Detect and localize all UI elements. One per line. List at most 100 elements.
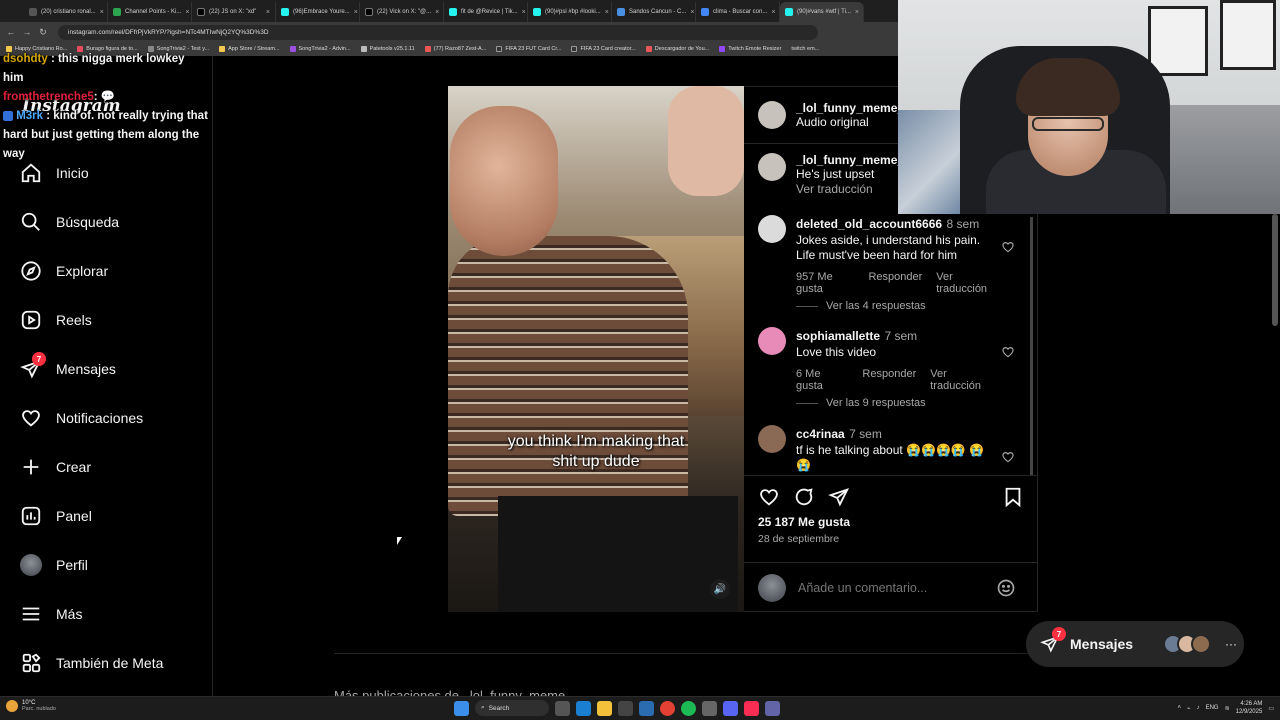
address-bar[interactable]: instagram.com/reel/DFfrPjVkRYP/?igsh=NTc… (58, 24, 818, 40)
discord-icon[interactable] (723, 700, 738, 716)
bookmark-item[interactable]: Patetools v25.1.11 (360, 46, 415, 52)
reload-icon[interactable]: ↻ (38, 27, 48, 38)
comment-icon[interactable] (793, 486, 815, 508)
network-icon[interactable]: ⌁ (1187, 705, 1191, 712)
close-tab-icon[interactable]: × (605, 9, 609, 16)
nav-busqueda[interactable]: Búsqueda (20, 211, 119, 233)
avatar[interactable] (758, 215, 786, 243)
like-comment-heart-icon[interactable] (1001, 450, 1015, 464)
browser-tab[interactable]: Sandos Cancun - C... × (612, 2, 696, 22)
browser-tab[interactable]: (20) cristiano ronal... × (24, 2, 108, 22)
windows-start-icon[interactable] (454, 700, 469, 716)
avatar[interactable] (758, 425, 786, 453)
nav-mas[interactable]: Más (20, 603, 82, 625)
avatar[interactable] (758, 153, 786, 181)
nav-inicio[interactable]: Inicio (20, 162, 89, 184)
bookmark-item[interactable]: Descargador de You... (645, 46, 709, 52)
comment-input[interactable] (798, 580, 998, 595)
comment-likes[interactable]: 6 Me gusta (796, 368, 848, 392)
wifi-icon[interactable]: ≋ (1225, 705, 1230, 712)
task-view-icon[interactable] (555, 700, 570, 716)
avatar[interactable] (758, 327, 786, 355)
close-tab-icon[interactable]: × (185, 9, 189, 16)
nav-notificaciones[interactable]: Notificaciones (20, 407, 143, 429)
forward-icon[interactable]: → (22, 27, 32, 37)
nav-mensajes[interactable]: 7 Mensajes (20, 352, 116, 380)
bookmark-item[interactable]: twitch em... (791, 46, 819, 52)
like-comment-heart-icon[interactable] (1001, 240, 1015, 254)
notifications-icon[interactable]: ▭ (1268, 705, 1274, 712)
browser-tab[interactable]: fit de @Revice | Tik... × (444, 2, 528, 22)
comment-likes[interactable]: 957 Me gusta (796, 271, 854, 295)
clock[interactable]: 4:26 AM 12/9/2025 (1236, 700, 1263, 716)
browser-tab[interactable]: (22) JS on X: "xd" × (192, 2, 276, 22)
bookmark-item[interactable]: (77) Razo87 Zest-A... (424, 46, 486, 52)
obs-icon[interactable] (702, 700, 717, 716)
browser-tab[interactable]: Channel Points - Ki... × (108, 2, 192, 22)
nav-crear[interactable]: Crear (20, 456, 91, 478)
bookmark-item[interactable]: FIFA 23 Card creator... (571, 46, 636, 52)
browser-tab[interactable]: (96)Embrace Youre... × (276, 2, 360, 22)
back-icon[interactable]: ← (6, 27, 16, 37)
chevron-up-icon[interactable]: ˄ (1177, 705, 1181, 711)
reel-video[interactable]: you think I'm making that shit up dude 🔊 (448, 86, 744, 612)
edge-icon[interactable] (576, 700, 591, 716)
close-tab-icon[interactable]: × (266, 9, 270, 16)
heart-icon (20, 407, 42, 429)
reply-button[interactable]: Responder (862, 368, 916, 392)
taskbar-search[interactable]: ⌕ Search (475, 700, 549, 716)
share-icon[interactable] (828, 486, 850, 508)
see-translation-link[interactable]: Ver traducción (930, 368, 998, 392)
see-translation-link[interactable]: Ver traducción (796, 182, 911, 196)
tab-favicon-icon (449, 8, 457, 16)
weather-widget[interactable]: 10°C Parc. nublado (6, 700, 56, 712)
emoji-icon[interactable] (996, 578, 1016, 598)
likes-count[interactable]: 25 187 Me gusta (758, 515, 850, 529)
like-heart-icon[interactable] (758, 486, 780, 508)
close-tab-icon[interactable]: × (435, 9, 439, 16)
bookmark-item[interactable]: SongTrivia2 - Advin... (289, 46, 351, 52)
spotify-icon[interactable] (681, 700, 696, 716)
browser-tab-active[interactable]: (90)#vans #wtf | Ti... × (780, 2, 864, 22)
close-tab-icon[interactable]: × (522, 9, 526, 16)
close-tab-icon[interactable]: × (100, 9, 104, 16)
bookmark-item[interactable]: App Store / Stream... (219, 46, 280, 52)
reply-button[interactable]: Responder (868, 271, 922, 295)
nav-explorar[interactable]: Explorar (20, 260, 108, 282)
close-tab-icon[interactable]: × (690, 9, 694, 16)
avatar[interactable] (758, 101, 786, 129)
like-comment-heart-icon[interactable] (1001, 345, 1015, 359)
audio-toggle-button[interactable]: 🔊 (710, 579, 730, 599)
messages-floating-button[interactable]: 7 Mensajes ··· (1026, 621, 1244, 667)
author-username[interactable]: _lol_funny_meme_ (796, 101, 904, 115)
comments-scrollbar[interactable] (1030, 217, 1033, 475)
nav-perfil[interactable]: Perfil (20, 554, 88, 576)
close-tab-icon[interactable]: × (354, 9, 358, 16)
bookmark-item[interactable]: FIFA 23 FUT Card Cr... (496, 46, 561, 52)
audio-original-link[interactable]: Audio original (796, 115, 904, 130)
file-explorer-icon[interactable] (597, 700, 612, 716)
nav-tambien-de-meta[interactable]: También de Meta (20, 652, 163, 674)
close-tab-icon[interactable]: × (771, 9, 775, 16)
mail-icon[interactable] (639, 700, 654, 716)
browser-tab[interactable]: clima - Buscar con... × (696, 2, 780, 22)
more-dots-icon[interactable]: ··· (1225, 637, 1237, 651)
teams-icon[interactable] (765, 700, 780, 716)
music-icon[interactable] (744, 700, 759, 716)
view-replies-link[interactable]: Ver las 9 respuestas (796, 397, 926, 409)
bookmark-item[interactable]: Twitch Emote Resizer (719, 46, 781, 52)
save-bookmark-icon[interactable] (1002, 486, 1024, 508)
page-scrollbar[interactable] (1272, 214, 1278, 326)
chrome-icon[interactable] (660, 700, 675, 716)
store-icon[interactable] (618, 700, 633, 716)
nav-panel[interactable]: Panel (20, 505, 92, 527)
nav-reels[interactable]: Reels (20, 309, 92, 331)
see-translation-link[interactable]: Ver traducción (936, 271, 998, 295)
volume-icon[interactable]: ♪ (1197, 705, 1200, 711)
view-replies-link[interactable]: Ver las 4 respuestas (796, 300, 926, 312)
browser-tab[interactable]: (90)#psl #bp #looki... × (528, 2, 612, 22)
language-indicator[interactable]: ENG (1206, 705, 1219, 711)
bookmark-favicon-icon (719, 46, 726, 52)
close-tab-icon[interactable]: × (855, 9, 859, 16)
browser-tab[interactable]: (22) Vick on X: "@... × (360, 2, 444, 22)
